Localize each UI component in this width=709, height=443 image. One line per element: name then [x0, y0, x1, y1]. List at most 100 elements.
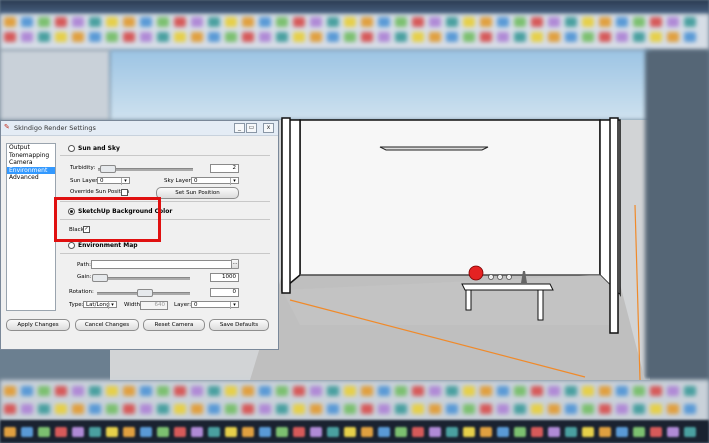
toolbar-tool-icon[interactable]	[38, 17, 50, 27]
toolbar-tool-icon[interactable]	[72, 32, 84, 42]
toolbar-tool-icon[interactable]	[378, 32, 390, 42]
toolbar-tool-icon[interactable]	[480, 404, 492, 414]
settings-nav-list[interactable]: Output Tonemapping Camera Environment Ad…	[6, 143, 56, 311]
toolbar-tool-icon[interactable]	[531, 32, 543, 42]
toolbar-tool-icon[interactable]	[378, 17, 390, 27]
toolbar-tool-icon[interactable]	[191, 404, 203, 414]
toolbar-tool-icon[interactable]	[259, 17, 271, 27]
toolbar-tool-icon[interactable]	[548, 17, 560, 27]
toolbar-tool-icon[interactable]	[633, 427, 645, 437]
toolbar-tool-icon[interactable]	[395, 17, 407, 27]
toolbar-tool-icon[interactable]	[55, 404, 67, 414]
sun-layer-select[interactable]: 0 ▾	[97, 177, 130, 185]
toolbar-tool-icon[interactable]	[497, 17, 509, 27]
toolbar-tool-icon[interactable]	[395, 32, 407, 42]
toolbar-tool-icon[interactable]	[21, 386, 33, 396]
toolbar-tool-icon[interactable]	[140, 404, 152, 414]
reset-camera-button[interactable]: Reset Camera	[143, 319, 205, 331]
toolbar-tool-icon[interactable]	[174, 427, 186, 437]
toolbar-tool-icon[interactable]	[208, 404, 220, 414]
toolbar-tool-icon[interactable]	[225, 386, 237, 396]
nav-item-environment[interactable]: Environment	[7, 166, 55, 174]
toolbar-tool-icon[interactable]	[361, 404, 373, 414]
toolbar-tool-icon[interactable]	[582, 404, 594, 414]
toolbar-tool-icon[interactable]	[684, 427, 696, 437]
taskbar[interactable]	[0, 420, 709, 443]
close-button[interactable]: x	[263, 123, 274, 133]
toolbar-tool-icon[interactable]	[446, 386, 458, 396]
browse-button[interactable]: ...	[231, 259, 239, 269]
toolbar-tool-icon[interactable]	[429, 17, 441, 27]
toolbar-tool-icon[interactable]	[650, 17, 662, 27]
toolbar-tool-icon[interactable]	[4, 404, 16, 414]
type-select[interactable]: Lat/Long ▾	[83, 301, 117, 309]
toolbar-tool-icon[interactable]	[191, 427, 203, 437]
toolbar-tool-icon[interactable]	[123, 404, 135, 414]
toolbar-tool-icon[interactable]	[531, 404, 543, 414]
toolbar-tool-icon[interactable]	[191, 17, 203, 27]
toolbar-tool-icon[interactable]	[395, 404, 407, 414]
toolbar-tool-icon[interactable]	[225, 427, 237, 437]
toolbar-tool-icon[interactable]	[191, 32, 203, 42]
toolbar-tool-icon[interactable]	[140, 17, 152, 27]
toolbar-tool-icon[interactable]	[344, 427, 356, 437]
toolbar-tool-icon[interactable]	[395, 386, 407, 396]
toolbar-tool-icon[interactable]	[157, 386, 169, 396]
bottom-toolbar[interactable]	[0, 380, 709, 422]
toolbar-tool-icon[interactable]	[174, 404, 186, 414]
cancel-changes-button[interactable]: Cancel Changes	[75, 319, 139, 331]
toolbar-tool-icon[interactable]	[208, 386, 220, 396]
toolbar-tool-icon[interactable]	[378, 427, 390, 437]
toolbar-tool-icon[interactable]	[208, 427, 220, 437]
toolbar-tool-icon[interactable]	[548, 427, 560, 437]
toolbar-tool-icon[interactable]	[684, 17, 696, 27]
toolbar-tool-icon[interactable]	[429, 427, 441, 437]
toolbar-tool-icon[interactable]	[310, 32, 322, 42]
toolbar-tool-icon[interactable]	[242, 404, 254, 414]
toolbar-tool-icon[interactable]	[463, 17, 475, 27]
toolbar-tool-icon[interactable]	[361, 32, 373, 42]
toolbar-tool-icon[interactable]	[72, 386, 84, 396]
toolbar-tool-icon[interactable]	[412, 32, 424, 42]
toolbar-tool-icon[interactable]	[446, 32, 458, 42]
toolbar-tool-icon[interactable]	[650, 427, 662, 437]
toolbar-tool-icon[interactable]	[89, 17, 101, 27]
sky-layer-select[interactable]: 0 ▾	[191, 177, 239, 185]
toolbar-tool-icon[interactable]	[242, 386, 254, 396]
environment-map-option[interactable]: Environment Map	[68, 242, 138, 249]
toolbar-tool-icon[interactable]	[242, 17, 254, 27]
toolbar-tool-icon[interactable]	[55, 17, 67, 27]
toolbar-tool-icon[interactable]	[378, 404, 390, 414]
toolbar-tool-icon[interactable]	[157, 17, 169, 27]
toolbar-tool-icon[interactable]	[123, 17, 135, 27]
toolbar-tool-icon[interactable]	[293, 17, 305, 27]
toolbar-tool-icon[interactable]	[310, 427, 322, 437]
save-defaults-button[interactable]: Save Defaults	[209, 319, 269, 331]
toolbar-tool-icon[interactable]	[395, 427, 407, 437]
toolbar-tool-icon[interactable]	[293, 386, 305, 396]
toolbar-tool-icon[interactable]	[140, 386, 152, 396]
toolbar-tool-icon[interactable]	[548, 404, 560, 414]
toolbar-tool-icon[interactable]	[480, 17, 492, 27]
toolbar-tool-icon[interactable]	[582, 427, 594, 437]
toolbar-tool-icon[interactable]	[599, 404, 611, 414]
toolbar-tool-icon[interactable]	[667, 17, 679, 27]
toolbar-tool-icon[interactable]	[412, 386, 424, 396]
toolbar-tool-icon[interactable]	[531, 386, 543, 396]
toolbar-tool-icon[interactable]	[361, 427, 373, 437]
toolbar-tool-icon[interactable]	[480, 427, 492, 437]
rotation-slider-thumb[interactable]	[137, 289, 153, 297]
left-toolbar[interactable]	[0, 50, 110, 120]
toolbar-tool-icon[interactable]	[140, 427, 152, 437]
nav-item-output[interactable]: Output	[7, 144, 55, 152]
toolbar-tool-icon[interactable]	[446, 427, 458, 437]
toolbar-tool-icon[interactable]	[361, 17, 373, 27]
toolbar-tool-icon[interactable]	[21, 427, 33, 437]
toolbar-tool-icon[interactable]	[259, 32, 271, 42]
toolbar-tool-icon[interactable]	[72, 17, 84, 27]
toolbar-tool-icon[interactable]	[650, 404, 662, 414]
toolbar-tool-icon[interactable]	[293, 427, 305, 437]
toolbar-tool-icon[interactable]	[412, 427, 424, 437]
toolbar-tool-icon[interactable]	[633, 386, 645, 396]
top-toolbar[interactable]	[0, 14, 709, 50]
